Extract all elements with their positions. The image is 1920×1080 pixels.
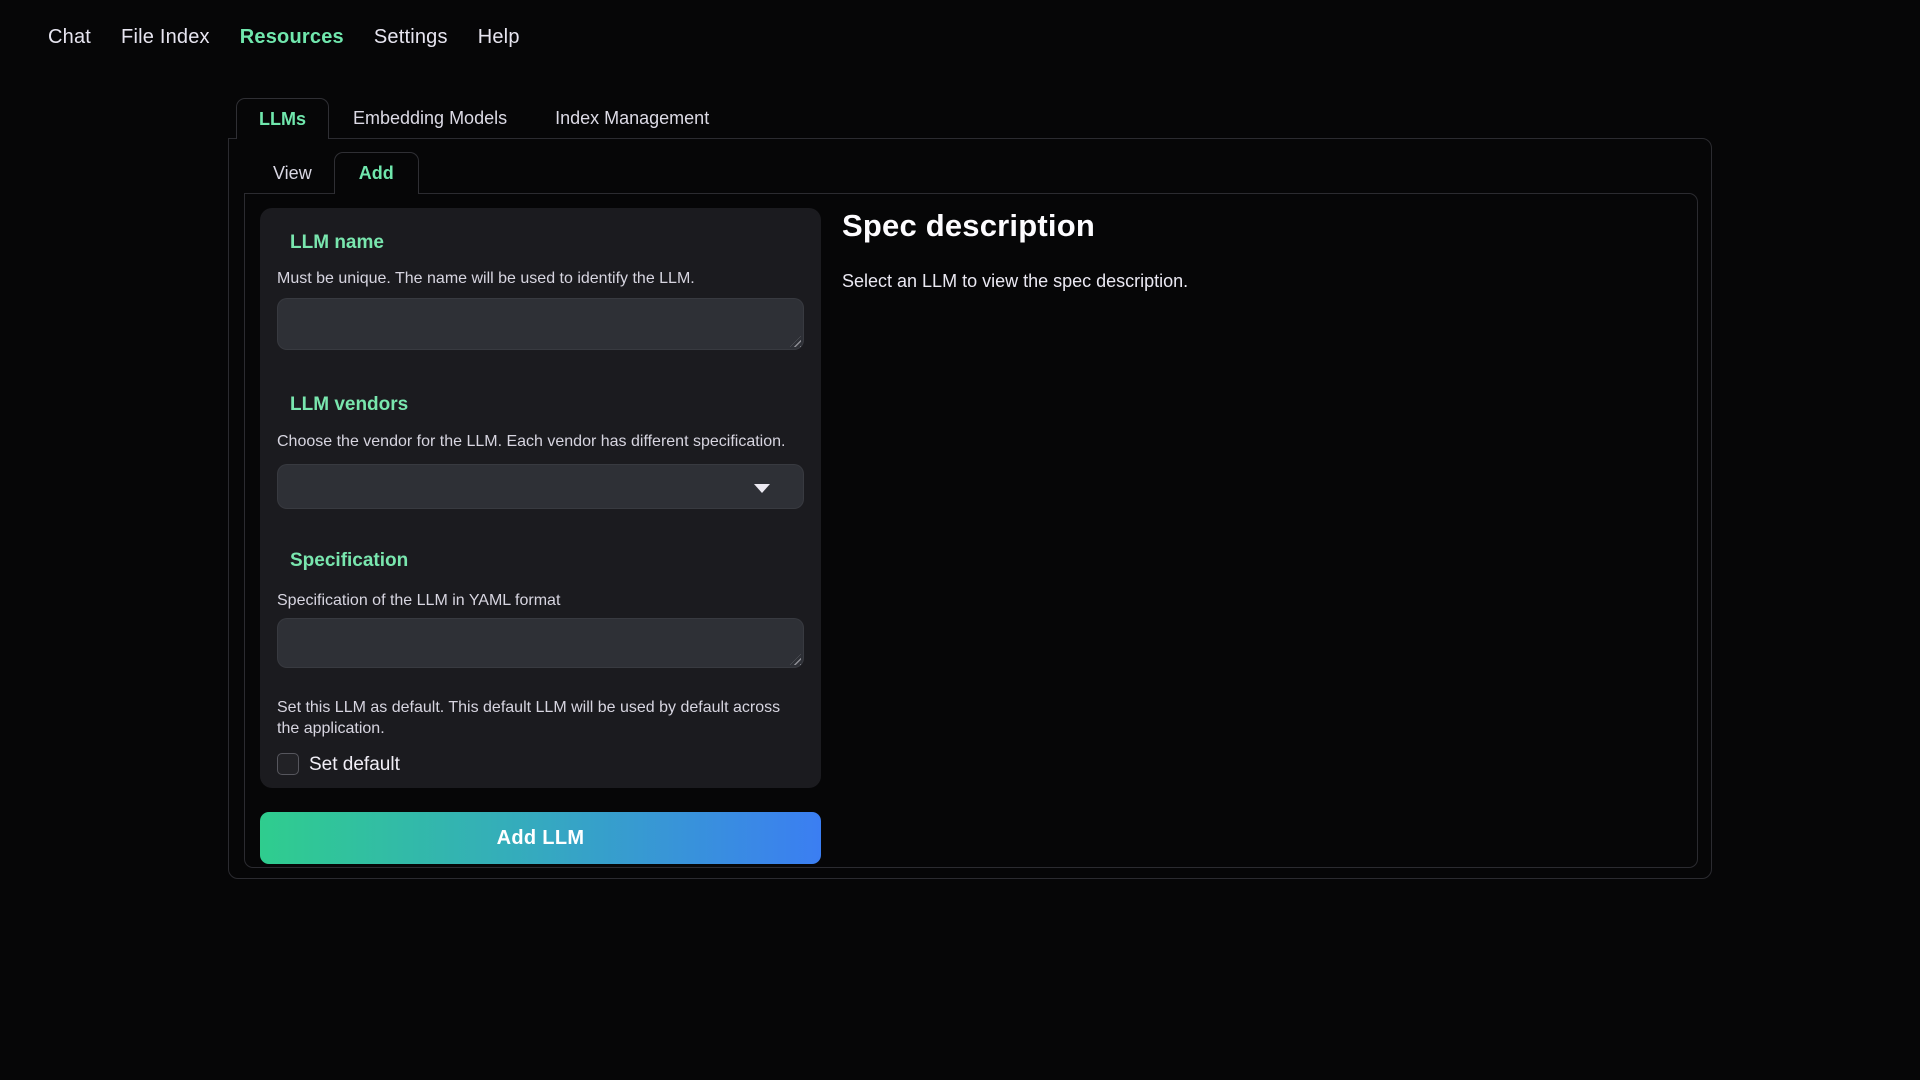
llm-name-input[interactable] (277, 298, 804, 350)
nav-item-file-index[interactable]: File Index (121, 26, 210, 49)
llm-name-label: LLM name (290, 232, 384, 254)
tab-embedding-models[interactable]: Embedding Models (329, 98, 531, 139)
nav-item-chat[interactable]: Chat (48, 26, 91, 49)
spec-description-title: Spec description (842, 208, 1682, 244)
nav-item-help[interactable]: Help (478, 26, 520, 49)
set-default-description: Set this LLM as default. This default LL… (277, 697, 797, 739)
nav-item-resources[interactable]: Resources (240, 26, 344, 49)
tab-llms[interactable]: LLMs (236, 98, 329, 139)
add-llm-form-card: LLM name Must be unique. The name will b… (260, 208, 821, 788)
specification-input[interactable] (277, 618, 804, 668)
specification-description: Specification of the LLM in YAML format (277, 590, 560, 611)
llm-name-description: Must be unique. The name will be used to… (277, 268, 695, 289)
llm-subtabs: View Add (251, 152, 419, 194)
llms-tab-panel: View Add LLM name Must be unique. The na… (228, 138, 1712, 879)
tab-index-management[interactable]: Index Management (531, 98, 733, 139)
specification-label: Specification (290, 550, 408, 572)
spec-description-placeholder: Select an LLM to view the spec descripti… (842, 271, 1682, 292)
set-default-checkbox-label[interactable]: Set default (309, 754, 400, 776)
llm-vendors-label: LLM vendors (290, 394, 408, 416)
subtab-view[interactable]: View (251, 152, 334, 194)
llm-vendors-description: Choose the vendor for the LLM. Each vend… (277, 431, 785, 452)
llm-vendors-select[interactable] (277, 464, 804, 509)
add-llm-panel: LLM name Must be unique. The name will b… (244, 193, 1698, 868)
add-llm-button[interactable]: Add LLM (260, 812, 821, 864)
top-nav: Chat File Index Resources Settings Help (48, 26, 520, 49)
nav-item-settings[interactable]: Settings (374, 26, 448, 49)
subtab-add[interactable]: Add (334, 152, 419, 194)
chevron-down-icon (754, 484, 770, 493)
spec-description-panel: Spec description Select an LLM to view t… (842, 208, 1682, 292)
set-default-checkbox[interactable] (277, 753, 299, 775)
resource-tabs: LLMs Embedding Models Index Management (236, 98, 733, 139)
